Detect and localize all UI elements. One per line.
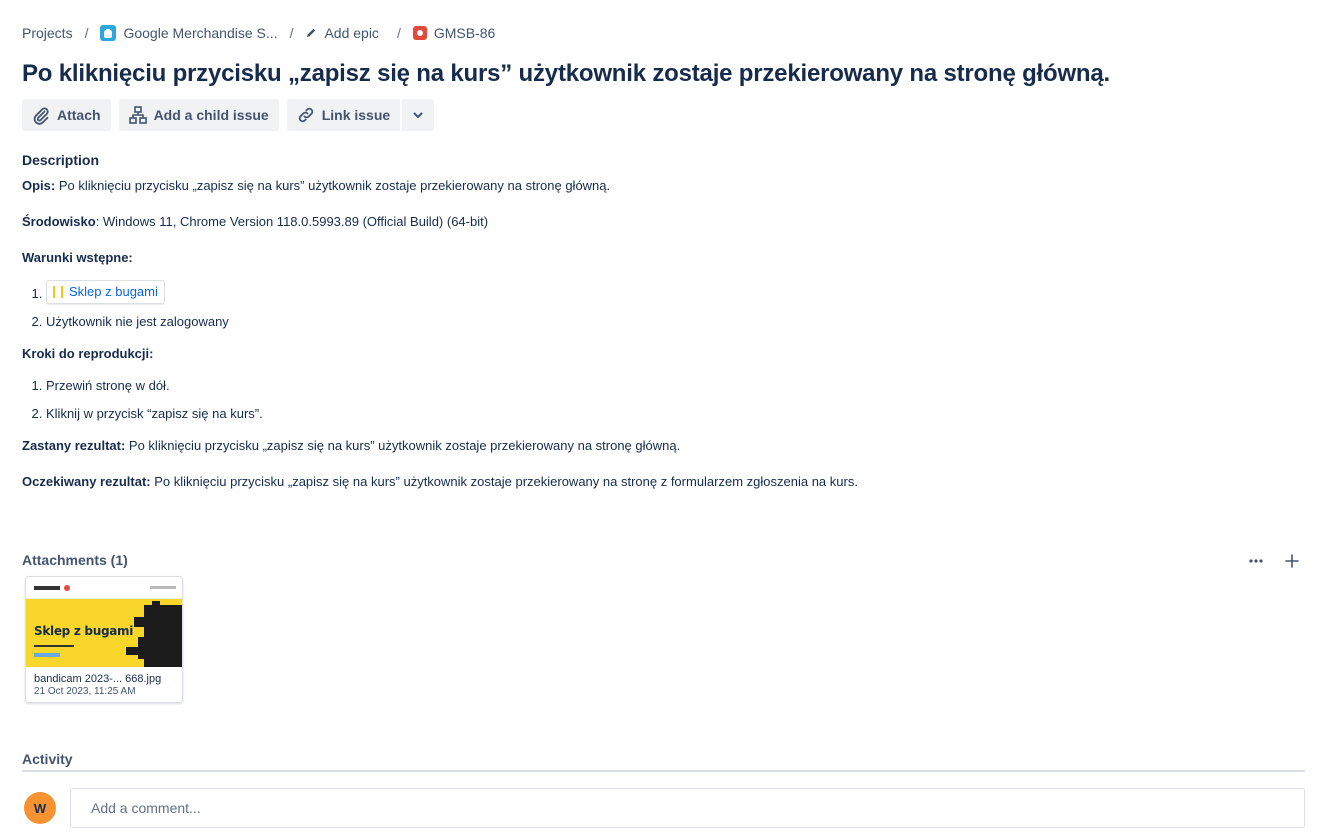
srodowisko-label: Środowisko [22,214,96,229]
chevron-down-icon [413,112,423,118]
attachments-actions [1245,550,1303,572]
attach-button-label: Attach [57,107,101,123]
comment-input[interactable] [70,788,1305,828]
srodowisko-text: : Windows 11, Chrome Version 118.0.5993.… [95,214,489,229]
breadcrumb-separator: / [396,25,401,41]
list-item: Sklep z bugami [46,280,1302,304]
desc-kroki: Kroki do reprodukcji: [22,344,1302,364]
smart-link-card[interactable]: Sklep z bugami [46,280,165,304]
link-issue-group: Link issue [286,99,435,131]
desc-srodowisko: Środowisko: Windows 11, Chrome Version 1… [22,212,1302,232]
activity-heading: Activity [22,751,73,767]
bug-icon [412,26,427,40]
breadcrumb-projects-label: Projects [22,25,73,41]
add-child-issue-label: Add a child issue [153,107,269,123]
link-issue-button[interactable]: Link issue [286,99,401,131]
breadcrumb-issue-key-label: GMSB-86 [433,25,496,41]
attachment-filename: bandicam 2023-... 668.jpg [34,673,162,685]
zastany-text: Po kliknięciu przycisku „zapisz się na k… [125,438,681,453]
add-attachment-button[interactable] [1281,550,1303,572]
breadcrumb-issue-key[interactable]: GMSB-86 [412,25,496,41]
attachment-card[interactable]: Sklep z bugami bandicam 2023-... 668.jpg… [25,576,183,703]
attach-button[interactable]: Attach [22,99,111,131]
issue-title[interactable]: Po kliknięciu przycisku „zapisz się na k… [22,60,1110,88]
breadcrumb-epic-label: Add epic [324,25,379,41]
smart-link-label: Sklep z bugami [69,284,158,299]
opis-label: Opis: [22,178,56,193]
list-item: Użytkownik nie jest zalogowany [46,312,1302,332]
oczekiwany-text: Po kliknięciu przycisku „zapisz się na k… [150,474,858,489]
hierarchy-icon [128,106,147,124]
oczekiwany-label: Oczekiwany rezultat: [22,474,151,489]
attachments-heading: Attachments (1) [22,552,128,568]
warunki-label: Warunki wstępne: [22,250,133,265]
more-horizontal-icon [1249,559,1263,563]
desc-opis: Opis: Po kliknięciu przycisku „zapisz si… [22,176,1302,196]
breadcrumb-add-epic[interactable]: Add epic [305,25,379,41]
project-icon [100,25,117,41]
plus-icon [1285,554,1299,568]
kroki-list: Przewiń stronę w dół. Kliknij w przycisk… [22,376,1302,424]
thumb-banner-text: Sklep z bugami [34,624,134,638]
breadcrumb-projects[interactable]: Projects [22,25,73,41]
thumb-header [26,577,182,599]
list-item: Kliknij w przycisk “zapisz się na kurs”. [46,404,1302,424]
warunki-list: Sklep z bugami Użytkownik nie jest zalog… [22,280,1302,332]
breadcrumb: Projects / Google Merchandise S... / Add… [22,24,495,42]
more-actions-dropdown[interactable] [402,99,435,131]
breadcrumb-project-label: Google Merchandise S... [123,25,278,41]
zastany-label: Zastany rezultat: [22,438,126,453]
activity-divider [22,770,1305,772]
desc-warunki: Warunki wstępne: [22,248,1302,268]
attachment-thumbnail: Sklep z bugami [26,577,182,667]
desc-zastany: Zastany rezultat: Po kliknięciu przycisk… [22,436,1302,456]
avatar: W [24,792,56,824]
opis-text: Po kliknięciu przycisku „zapisz się na k… [55,178,611,193]
attachment-date: 21 Oct 2023, 11:25 AM [34,686,136,697]
link-issue-label: Link issue [321,107,391,123]
description-body[interactable]: Opis: Po kliknięciu przycisku „zapisz si… [22,176,1302,508]
paperclip-icon [33,107,49,125]
page-icon [53,286,63,298]
description-heading: Description [22,152,100,168]
issue-toolbar: Attach Add a child issue Link issue [22,99,435,131]
kroki-label: Kroki do reprodukcji: [22,346,154,361]
link-icon [298,107,313,123]
desc-oczekiwany: Oczekiwany rezultat: Po kliknięciu przyc… [22,472,1302,492]
pencil-icon [307,28,316,37]
breadcrumb-separator: / [84,25,89,41]
breadcrumb-separator: / [289,25,294,41]
list-item: Przewiń stronę w dół. [46,376,1302,396]
breadcrumb-project[interactable]: Google Merchandise S... [100,25,278,41]
more-options-button[interactable] [1245,550,1267,572]
add-child-issue-button[interactable]: Add a child issue [118,99,279,131]
